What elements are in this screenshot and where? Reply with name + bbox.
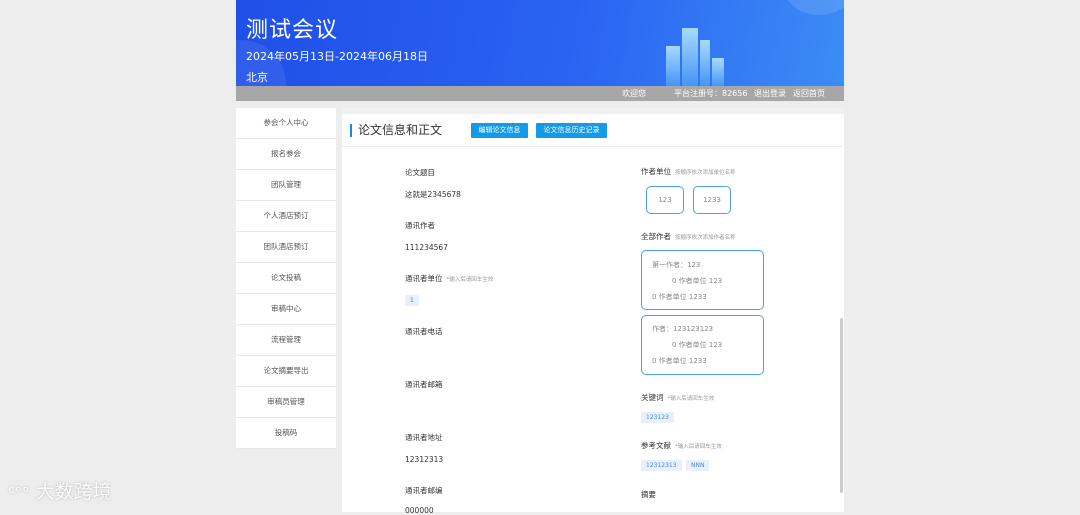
author-unit-chip[interactable]: 1233	[693, 186, 731, 214]
corr-email-label: 通讯者邮箱	[405, 380, 443, 389]
sidebar-item-reviewer-management[interactable]: 审稿员管理	[236, 387, 336, 418]
conference-dates: 2024年05月13日-2024年06月18日	[246, 50, 428, 63]
author-name: 第一作者：123	[652, 261, 701, 269]
author-card[interactable]: 第一作者：123 0 作者单位 123 0 作者单位 1233	[641, 250, 764, 310]
logout-link[interactable]: 退出登录	[754, 88, 786, 99]
sidebar-item-paper-submission[interactable]: 论文投稿	[236, 263, 336, 294]
references-hint: *输入后请回车生效	[675, 444, 722, 450]
keyword-tag: 123123	[641, 412, 674, 423]
paper-info-panel: 论文信息和正文 编辑论文信息 论文信息历史记录 论文题目 这就是2345678 …	[342, 108, 844, 515]
section-title: 论文信息和正文	[350, 124, 442, 137]
keywords-label-text: 关键词	[641, 393, 664, 402]
watermark-icon: ᑦ°°	[8, 484, 30, 502]
corr-unit-tag: 1	[405, 295, 419, 306]
all-authors-label: 全部作者 按顺序依次添加作者名称	[641, 231, 736, 242]
keywords-hint: *输入后请回车生效	[667, 396, 715, 402]
author-unit-label-text: 作者单位	[641, 167, 671, 176]
sidebar-nav: 参会个人中心 报名参会 团队管理 个人酒店预订 团队酒店预订 论文投稿 审稿中心…	[236, 108, 336, 449]
author-unit-line: 0 作者单位 123	[672, 341, 723, 349]
corr-unit-label-text: 通讯者单位	[405, 274, 443, 283]
all-authors-label-text: 全部作者	[641, 232, 671, 241]
author-unit-line: 0 作者单位 1233	[652, 293, 707, 301]
all-authors-hint: 按顺序依次添加作者名称	[675, 235, 736, 241]
author-unit-line: 0 作者单位 1233	[652, 357, 707, 365]
sidebar-item-team-management[interactable]: 团队管理	[236, 170, 336, 201]
sidebar-item-personal-hotel[interactable]: 个人酒店预订	[236, 201, 336, 232]
watermark-logo: ᑦ°° 大数跨境	[8, 477, 112, 504]
welcome-text: 欢迎您	[622, 89, 646, 98]
corr-unit-hint: *输入后请回车生效	[446, 277, 494, 283]
paper-title-label: 论文题目	[405, 168, 435, 177]
keywords-label: 关键词 *输入后请回车生效	[641, 392, 714, 403]
home-link[interactable]: 返回首页	[793, 88, 825, 99]
sidebar-item-process-management[interactable]: 流程管理	[236, 325, 336, 356]
abstract-label: 摘要	[641, 490, 656, 499]
conference-title: 测试会议	[246, 18, 339, 43]
author-unit-hint: 按顺序依次添加单位名称	[675, 170, 736, 176]
sidebar-item-personal-center[interactable]: 参会个人中心	[236, 108, 336, 139]
reference-tag: 12312313	[641, 460, 682, 471]
building-illustration	[700, 40, 710, 86]
sidebar-item-team-hotel[interactable]: 团队酒店预订	[236, 232, 336, 263]
building-illustration	[682, 28, 698, 86]
sidebar-item-registration[interactable]: 报名参会	[236, 139, 336, 170]
references-label: 参考文献 *输入后请回车生效	[641, 440, 722, 451]
corr-zip-value: 000000	[405, 506, 434, 515]
references-label-text: 参考文献	[641, 441, 671, 450]
conference-banner: 测试会议 2024年05月13日-2024年06月18日 北京	[236, 0, 844, 86]
building-illustration	[712, 58, 724, 86]
author-card[interactable]: 作者：123123123 0 作者单位 123 0 作者单位 1233	[641, 315, 764, 375]
author-unit-line: 0 作者单位 123	[672, 277, 723, 285]
building-illustration	[666, 46, 680, 86]
watermark-text: 大数跨境	[35, 481, 112, 503]
sidebar-item-review-center[interactable]: 审稿中心	[236, 294, 336, 325]
corr-phone-label: 通讯者电话	[405, 327, 443, 336]
corr-address-value: 12312313	[405, 455, 444, 464]
sidebar-item-submission-code[interactable]: 投稿码	[236, 418, 336, 449]
banner-decoration	[784, 0, 844, 15]
author-unit-chip[interactable]: 123	[646, 186, 684, 214]
paper-history-button[interactable]: 论文信息历史记录	[536, 123, 607, 138]
paper-title-value: 这就是2345678	[405, 190, 461, 199]
scrollbar-thumb[interactable]	[840, 318, 843, 493]
author-name: 作者：123123123	[652, 325, 714, 333]
reference-tag: NNN	[686, 460, 710, 471]
edit-paper-info-button[interactable]: 编辑论文信息	[471, 123, 528, 138]
corr-unit-label: 通讯者单位 *输入后请回车生效	[405, 273, 493, 284]
corr-zip-label: 通讯者邮编	[405, 486, 443, 495]
sidebar-item-abstract-export[interactable]: 论文摘要导出	[236, 356, 336, 387]
section-divider	[342, 146, 842, 147]
conference-city: 北京	[246, 71, 268, 84]
corr-address-label: 通讯者地址	[405, 433, 443, 442]
corr-author-label: 通讯作者	[405, 221, 435, 230]
user-info-bar: 欢迎您 平台注册号：82656 退出登录 返回首页	[236, 86, 844, 101]
corr-author-value: 111234567	[405, 243, 448, 252]
author-unit-label: 作者单位 按顺序依次添加单位名称	[641, 166, 736, 177]
registration-number: 平台注册号：82656	[674, 89, 748, 98]
panel-top-border	[342, 108, 844, 114]
